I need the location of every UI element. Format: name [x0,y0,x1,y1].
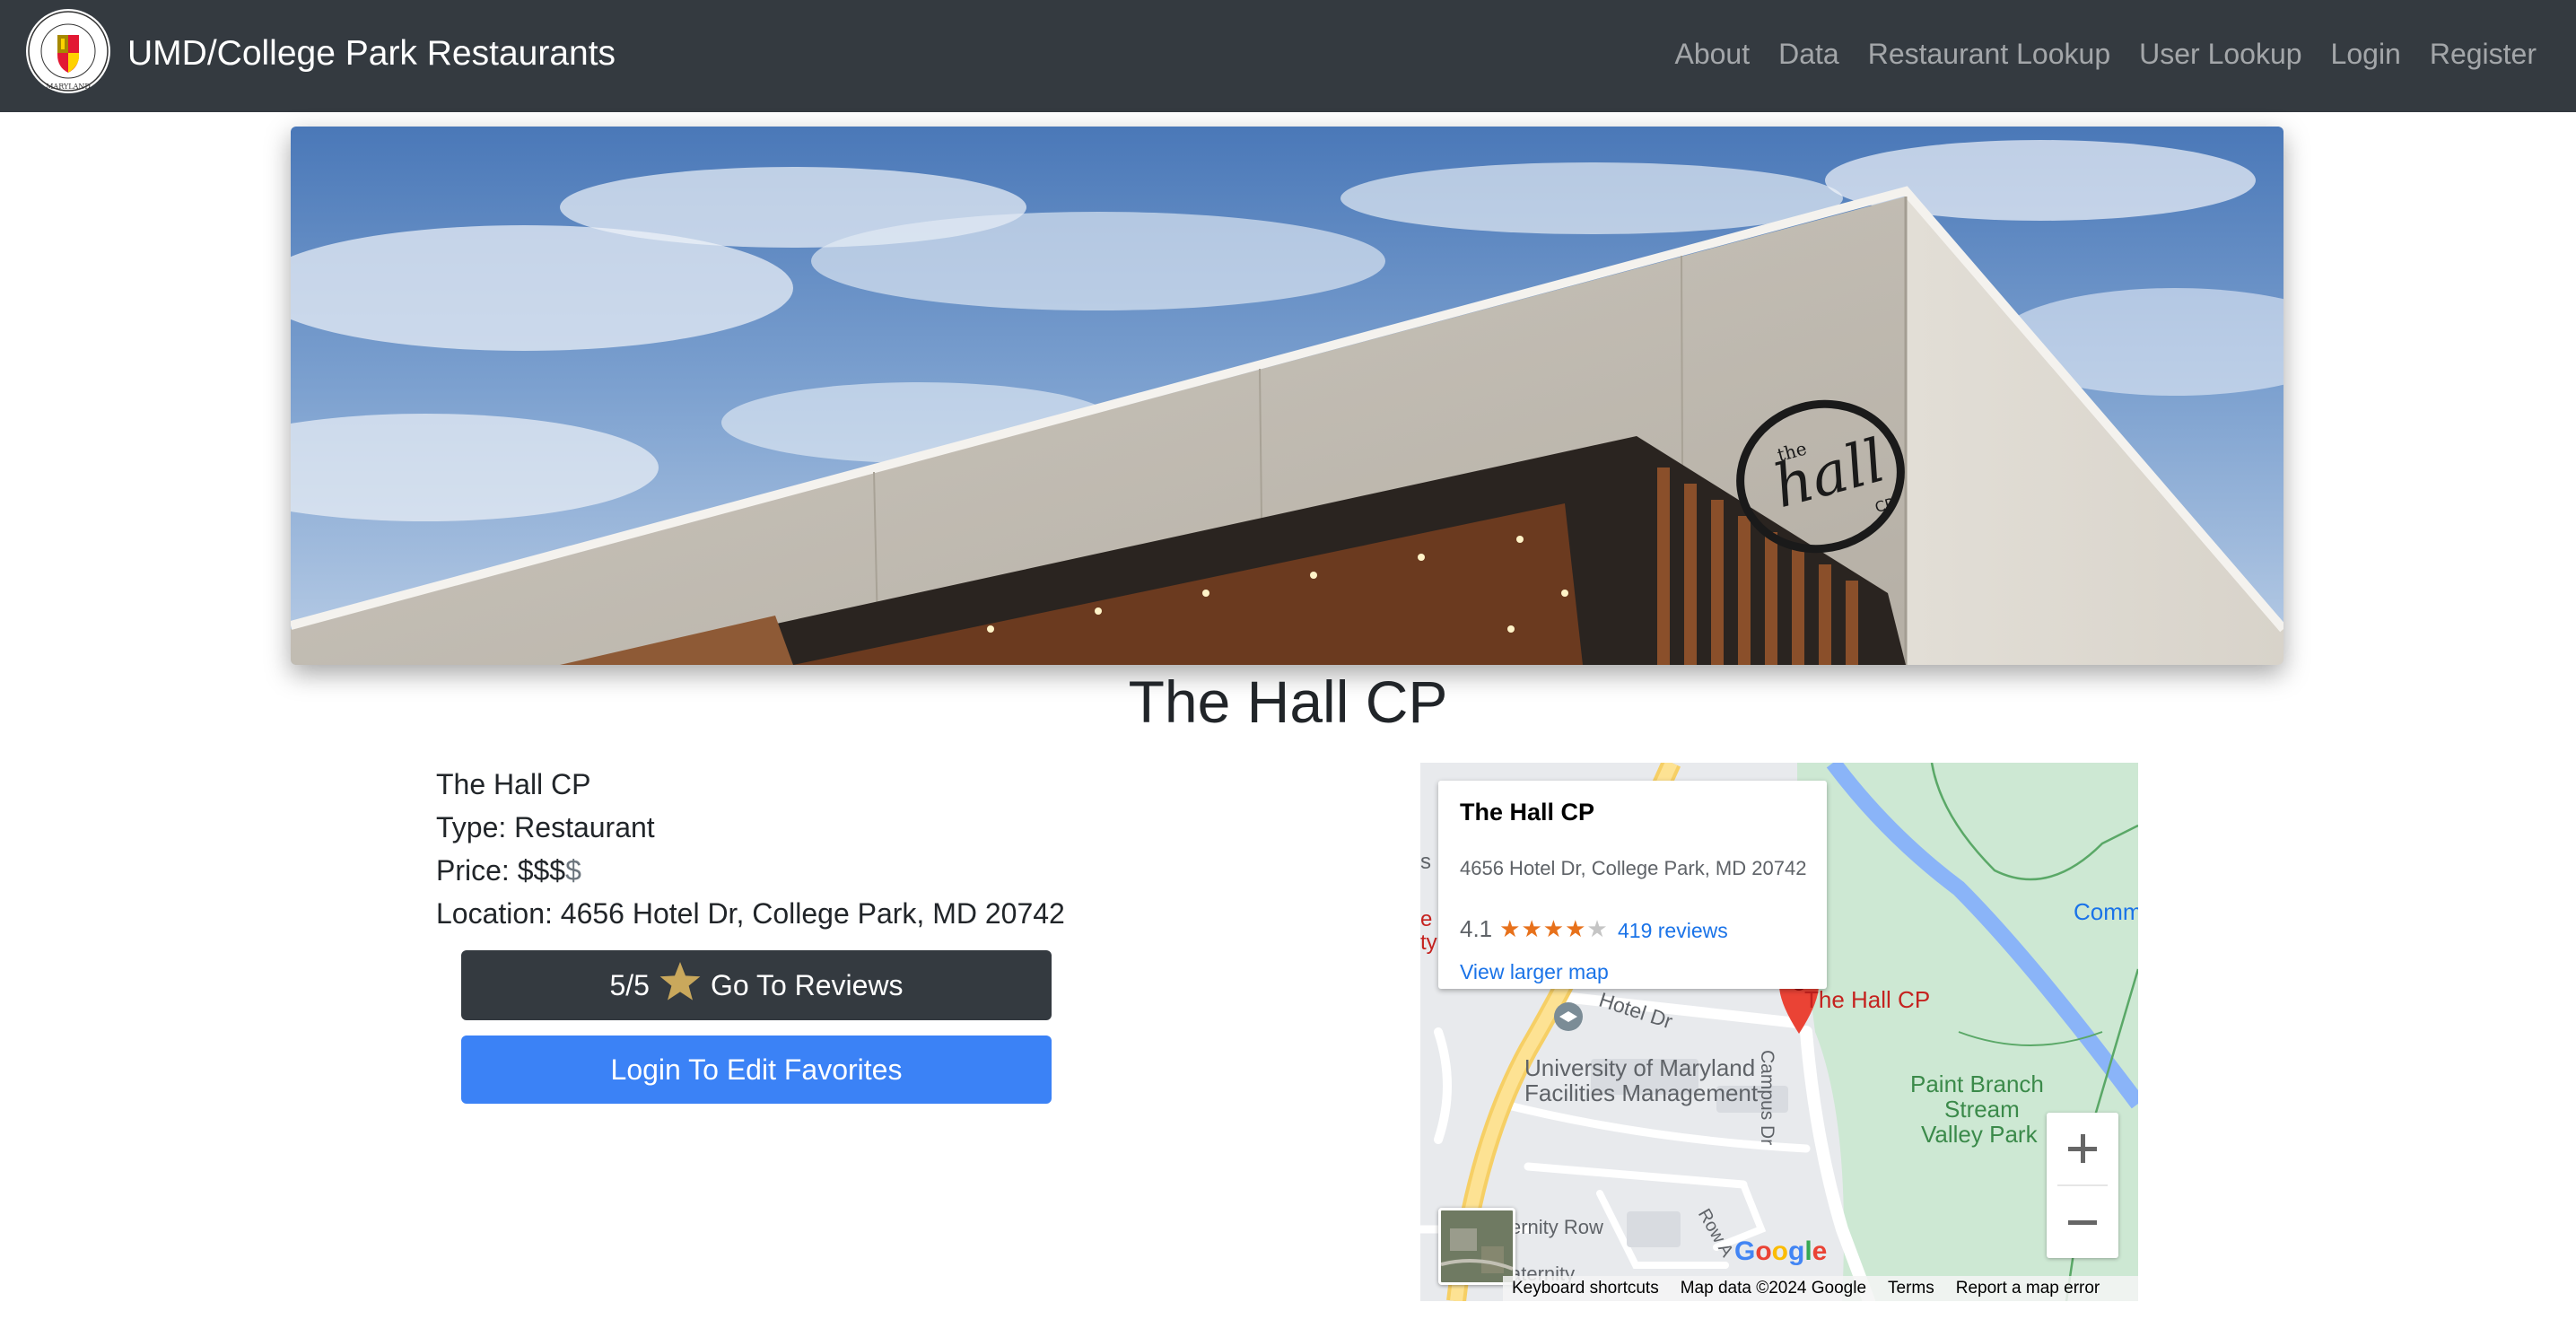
google-logo: Google [1734,1237,1828,1266]
map-place-card: The Hall CP 4656 Hotel Dr, College Park,… [1438,781,1827,989]
map-card-reviews-link[interactable]: 419 reviews [1618,919,1728,943]
restaurant-type: Type: Restaurant [436,811,655,843]
restaurant-title: The Hall CP [1128,668,1448,735]
price-inactive: $ [565,854,581,887]
restaurant-hero-image: hall the CP [291,127,2283,665]
map-data-attribution: Map data ©2024 Google [1680,1279,1867,1298]
terms-link[interactable]: Terms [1888,1279,1934,1298]
price-active: $$$ [517,854,566,887]
svg-text:e: e [1420,907,1432,931]
satellite-toggle-thumbnail[interactable] [1438,1208,1515,1285]
map-label-fraternity-row: ernity Row [1510,1216,1603,1238]
view-larger-map-link[interactable]: View larger map [1460,960,1609,984]
go-to-reviews-button[interactable]: 5/5 Go To Reviews [461,950,1052,1020]
keyboard-shortcuts-link[interactable]: Keyboard shortcuts [1512,1279,1659,1298]
nav-link-login[interactable]: Login [2331,30,2401,78]
map-label-comm: Comm [2074,898,2138,925]
nav-link-register[interactable]: Register [2430,30,2537,78]
navbar: MARYLAND UMD/College Park Restaurants Ab… [0,0,2576,112]
restaurant-price: Price: $$$$ [436,849,1065,892]
go-to-reviews-label: Go To Reviews [710,968,904,1001]
svg-text:s: s [1420,850,1431,874]
price-label: Price: [436,854,518,887]
google-map-embed[interactable]: s e ty The Hall CP Hotel Dr University o… [1420,763,2138,1301]
zoom-out-icon[interactable] [2047,1186,2118,1258]
nav-links: About Data Restaurant Lookup User Lookup… [1674,30,2537,78]
star-icon [659,961,702,1009]
map-card-rating-value: 4.1 [1460,915,1493,942]
map-label-umd-facilities: University of Maryland [1524,1054,1756,1081]
svg-text:ty: ty [1420,931,1437,955]
map-label-paint-branch-3: Valley Park [1921,1121,2038,1148]
restaurant-info: The Hall CP Type: Restaurant Price: $$$$… [436,763,1065,935]
map-label-paint-branch-2: Stream [1944,1096,2020,1123]
nav-link-about[interactable]: About [1674,30,1750,78]
login-edit-favorites-button[interactable]: Login To Edit Favorites [461,1036,1052,1104]
map-label-umd-facilities-2: Facilities Management [1524,1079,1759,1106]
restaurant-name: The Hall CP [436,768,591,800]
map-footer: Keyboard shortcuts Map data ©2024 Google… [1503,1276,2138,1301]
nav-link-restaurant-lookup[interactable]: Restaurant Lookup [1868,30,2110,78]
map-card-name: The Hall CP [1460,799,1595,826]
review-score: 5/5 [609,968,650,1001]
map-card-rating: 4.1 ★★★★★ [1460,915,1609,943]
map-label-paint-branch: Paint Branch [1910,1070,2044,1097]
report-map-error-link[interactable]: Report a map error [1956,1279,2100,1298]
nav-link-user-lookup[interactable]: User Lookup [2139,30,2301,78]
map-card-address: 4656 Hotel Dr, College Park, MD 20742 [1460,857,1807,879]
map-zoom-controls [2047,1113,2118,1258]
umd-seal-logo[interactable]: MARYLAND [25,8,111,94]
nav-link-data[interactable]: Data [1778,30,1839,78]
map-marker-label[interactable]: The Hall CP [1804,987,1930,1012]
zoom-in-icon[interactable] [2047,1113,2118,1184]
restaurant-location: Location: 4656 Hotel Dr, College Park, M… [436,897,1065,930]
map-label-campus-dr: Campus Dr [1757,1050,1777,1146]
site-brand[interactable]: UMD/College Park Restaurants [127,30,616,78]
rating-stars-icon: ★★★★★ [1499,915,1609,942]
svg-text:MARYLAND: MARYLAND [46,83,91,91]
